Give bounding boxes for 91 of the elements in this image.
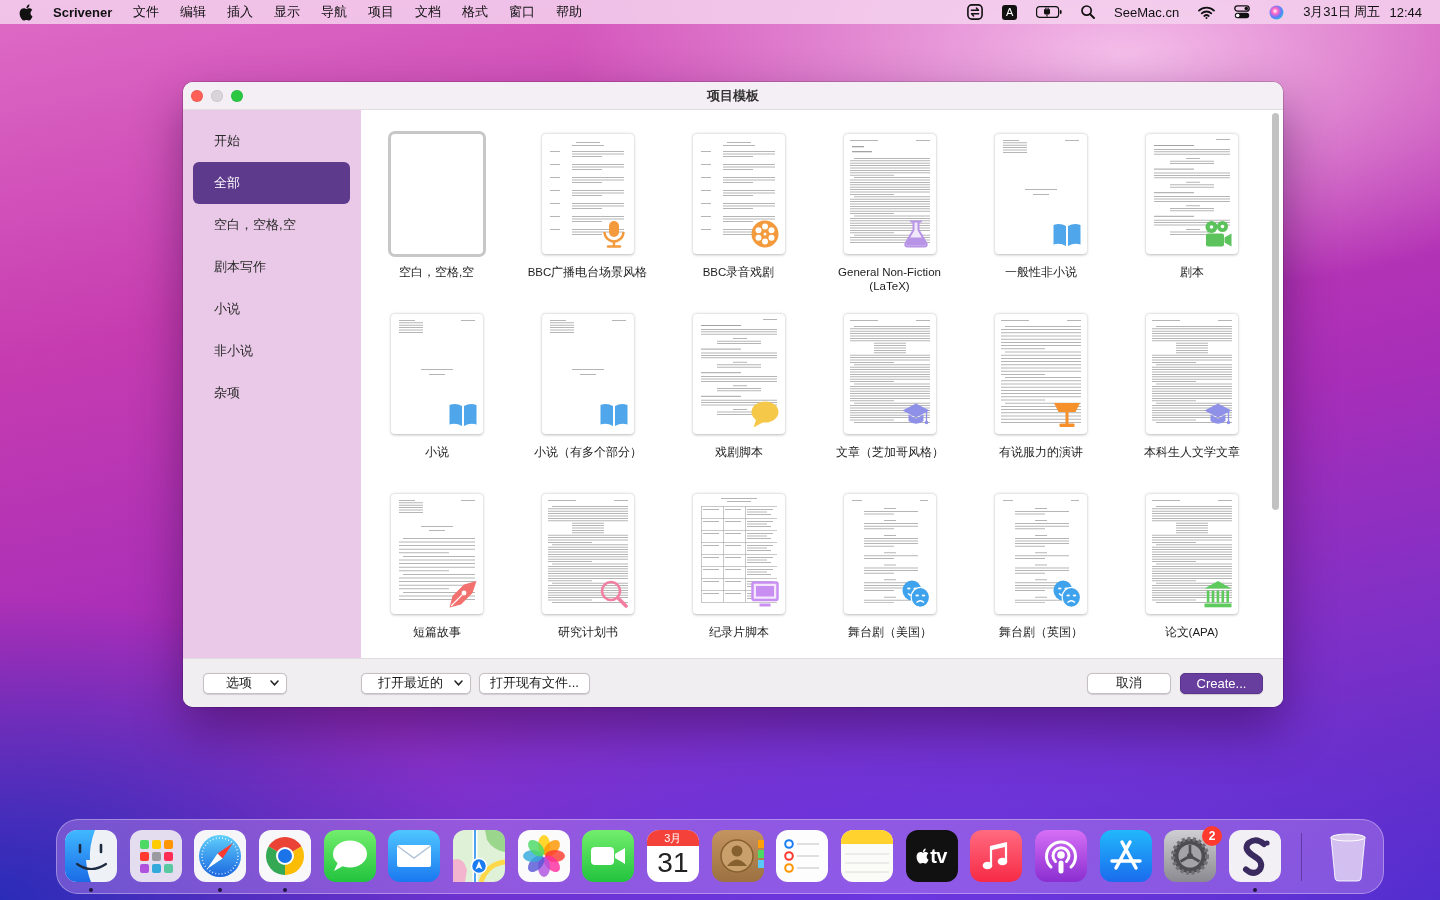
template-label: 短篇故事 (412, 625, 461, 639)
template-label: 纪录片脚本 (708, 625, 769, 639)
flower-icon[interactable] (517, 830, 570, 882)
pen-nib-icon (448, 580, 477, 608)
input-source-indicator[interactable]: A (1002, 4, 1018, 20)
template-label: 剧本 (1179, 265, 1204, 279)
theater-masks-icon (1052, 580, 1081, 608)
window-title: 项目模板 (707, 86, 759, 105)
template-label: BBC广播电台场景风格 (527, 265, 648, 279)
film-reel-icon (750, 220, 779, 248)
menu-item[interactable]: 项目 (368, 3, 395, 21)
chevron-down-icon (270, 680, 279, 686)
sidebar-item[interactable]: 空白，空格,空 (193, 204, 350, 246)
template-label: BBC录音戏剧 (702, 265, 775, 279)
scrollbar-thumb[interactable] (1272, 113, 1279, 510)
chat-bubble-icon[interactable] (323, 830, 376, 882)
flask-icon (901, 220, 930, 248)
menu-item[interactable]: 显示 (274, 3, 301, 21)
magnifying-glass-icon (599, 580, 628, 608)
menu-item[interactable]: 文件 (133, 3, 160, 21)
sidebar-item[interactable]: 开始 (193, 120, 350, 162)
columns-building-icon (1203, 580, 1232, 608)
template-label: 小说 (424, 445, 449, 459)
close-button[interactable] (191, 89, 203, 102)
search-icon[interactable] (1081, 5, 1096, 19)
template-label: 研究计划书 (557, 625, 618, 639)
address-book-icon[interactable] (711, 830, 764, 882)
tv-icon[interactable]: tv (905, 830, 958, 882)
map-icon[interactable] (452, 830, 505, 882)
toggles-icon[interactable] (1234, 5, 1251, 19)
menu-item[interactable]: 格式 (462, 3, 489, 21)
gear-icon[interactable] (1164, 830, 1217, 882)
template-label: 戏剧脚本 (714, 445, 763, 459)
app-menu[interactable]: Scrivener (53, 4, 113, 20)
chevron-down-icon (454, 680, 463, 686)
movie-camera-icon (1203, 220, 1232, 248)
smiling-face-icon[interactable] (65, 830, 117, 882)
menu-bar-time[interactable]: 12:44 (1389, 4, 1422, 20)
color-orb-icon[interactable] (1269, 4, 1285, 20)
app-grid-icon[interactable] (129, 830, 182, 882)
lectern-icon (1052, 400, 1081, 428)
apple-icon (916, 848, 930, 864)
checklist-icon[interactable] (776, 830, 829, 882)
sidebar-item[interactable]: 杂项 (193, 372, 350, 414)
s-logo-icon[interactable] (1228, 830, 1281, 882)
menu-bar-date[interactable]: 3月31日 周五 (1303, 3, 1381, 21)
podcast-icon[interactable] (1034, 830, 1087, 882)
template-label: 文章（芝加哥风格） (835, 445, 944, 459)
template-label: 一般性非小说 (1004, 265, 1077, 279)
arrows-square-icon[interactable] (967, 4, 984, 20)
template-label: General Non-Fiction (LaTeX) (837, 265, 942, 293)
color-ring-icon[interactable] (258, 830, 311, 882)
monitor-icon (750, 580, 779, 608)
options-popup[interactable]: 选项 (203, 672, 287, 694)
menu-item[interactable]: 插入 (227, 3, 254, 21)
notepad-icon[interactable] (840, 830, 893, 882)
sidebar-item[interactable]: 非小说 (193, 330, 350, 372)
menu-bar-extra[interactable]: SeeMac.cn (1114, 4, 1180, 20)
template-thumbnail[interactable] (387, 131, 486, 257)
create-button[interactable]: Create... (1180, 672, 1263, 694)
menu-item[interactable]: 文档 (415, 3, 442, 21)
notification-badge: 2 (1202, 826, 1223, 846)
sidebar-item[interactable]: 剧本写作 (193, 246, 350, 288)
a-shape-icon[interactable] (1099, 830, 1152, 882)
recent-popup[interactable]: 打开最近的 (361, 672, 471, 694)
open-file-button[interactable]: 打开现有文件... (479, 672, 590, 694)
compass-icon[interactable] (194, 830, 247, 882)
template-label: 舞台剧（美国） (847, 625, 932, 639)
menu-item[interactable]: 导航 (321, 3, 348, 21)
speech-bubble-icon (750, 400, 779, 428)
template-label: 本科生人文学文章 (1143, 445, 1240, 459)
theater-masks-icon (901, 580, 930, 608)
cancel-button[interactable]: 取消 (1087, 672, 1171, 694)
sidebar-item[interactable]: 全部 (193, 162, 350, 204)
video-camera-icon[interactable] (582, 830, 635, 882)
calendar-icon[interactable]: 3月 31 (646, 830, 699, 882)
envelope-icon[interactable] (388, 830, 441, 882)
menu-item[interactable]: 窗口 (509, 3, 536, 21)
zoom-button[interactable] (231, 89, 243, 102)
music-note-icon[interactable] (970, 830, 1023, 882)
battery-icon[interactable] (1036, 6, 1063, 18)
template-label: 空白，空格,空 (398, 265, 475, 279)
template-label: 小说（有多个部分） (533, 445, 642, 459)
wifi-icon[interactable] (1198, 5, 1216, 19)
menu-item[interactable]: 编辑 (180, 3, 207, 21)
apple-icon[interactable] (19, 3, 33, 21)
menu-item[interactable]: 帮助 (556, 3, 583, 21)
template-label: 有说服力的演讲 (998, 445, 1083, 459)
template-label: 舞台剧（英国） (998, 625, 1083, 639)
template-label: 论文(APA) (1164, 625, 1219, 639)
sidebar-item[interactable]: 小说 (193, 288, 350, 330)
